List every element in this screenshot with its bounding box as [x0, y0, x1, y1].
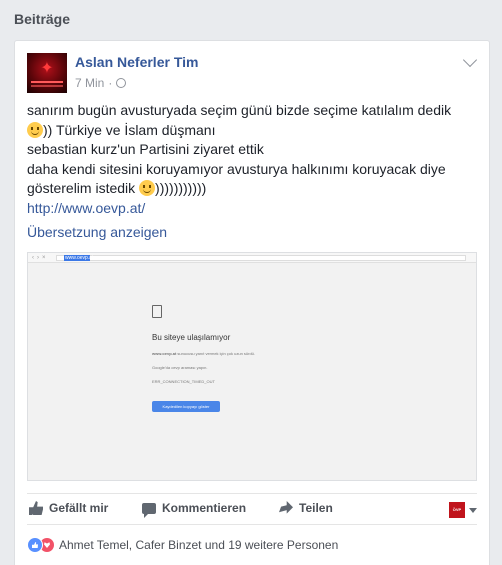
error-title: Bu siteye ulaşılamıyor — [152, 333, 231, 342]
post-action-bar: Gefällt mir Kommentieren Teilen ÖVP — [27, 493, 477, 525]
caret-down-icon — [469, 507, 477, 513]
attached-screenshot[interactable]: ‹ › × www.oevp.at Bu siteye ulaşılamıyor… — [27, 252, 477, 481]
comment-icon — [142, 502, 156, 518]
chevron-down-icon[interactable] — [462, 52, 478, 68]
post-text-line: daha kendi sitesini koruyamıyor avustury… — [27, 160, 446, 177]
post-meta: 7 Min · — [75, 76, 127, 90]
reactions-summary[interactable]: Ahmet Temel, Cafer Binzet und 19 weitere… — [27, 537, 338, 553]
like-button[interactable]: Gefällt mir — [29, 501, 108, 515]
address-bar-url: www.oevp.at — [64, 255, 94, 261]
comment-button[interactable]: Kommentieren — [142, 501, 247, 518]
thumbs-up-icon — [29, 501, 43, 515]
comment-label: Kommentieren — [162, 501, 247, 515]
act-as-page-picker[interactable]: ÖVP — [449, 502, 477, 518]
post-text-line: sebastian kurz'un Partisini ziyaret etti… — [27, 141, 264, 157]
error-suggestion: Google'da oevp araması yapın. — [152, 365, 208, 370]
post-card: ✦ Aslan Neferler Tim 7 Min · sanırım bug… — [14, 40, 490, 565]
post-text-fragment: )) Türkiye ve İslam düşmanı — [43, 121, 216, 138]
reactions-text[interactable]: Ahmet Temel, Cafer Binzet und 19 weitere… — [59, 538, 338, 552]
share-icon — [279, 501, 293, 514]
post-text-line: )) Türkiye ve İslam düşmanı — [27, 121, 477, 141]
show-cached-button: Kaydedilen kopyayı göster — [152, 401, 220, 412]
smile-emoji-icon — [139, 180, 156, 196]
page-avatar[interactable]: ✦ — [27, 53, 67, 93]
share-button[interactable]: Teilen — [279, 501, 333, 515]
wolf-logo-icon: ✦ — [40, 60, 54, 77]
close-icon: × — [42, 254, 46, 261]
post-timestamp[interactable]: 7 Min — [75, 76, 104, 90]
section-title: Beiträge — [14, 11, 71, 27]
forward-icon: › — [37, 254, 39, 261]
like-label: Gefällt mir — [49, 501, 109, 515]
post-text-line: gösterelim istedik ))))))))))) — [27, 179, 477, 199]
post-link[interactable]: http://www.oevp.at/ — [27, 199, 477, 219]
sad-page-icon — [152, 305, 162, 318]
avatar-stripe — [31, 81, 63, 83]
post-author-link[interactable]: Aslan Neferler Tim — [75, 54, 198, 70]
smile-emoji-icon — [27, 121, 43, 138]
error-description: www.oevp.at sunucusu yanıt vermek için ç… — [152, 351, 255, 356]
error-desc-text: sunucusu yanıt vermek için çok uzun sürd… — [176, 351, 256, 356]
meta-separator: · — [108, 76, 113, 90]
translate-link[interactable]: Übersetzung anzeigen — [27, 224, 167, 240]
error-host: www.oevp.at — [152, 351, 177, 356]
avatar-stripe — [31, 85, 63, 87]
post-text-fragment: gösterelim istedik — [27, 180, 136, 196]
post-text-fragment: ))))))))))) — [155, 180, 207, 196]
error-code: ERR_CONNECTION_TIMED_OUT — [152, 379, 215, 384]
globe-icon[interactable] — [116, 78, 127, 88]
address-bar — [56, 255, 466, 261]
page-thumbnail: ÖVP — [449, 502, 465, 518]
like-reaction-icon — [27, 537, 43, 553]
post-text-line: sanırım bugün avusturyada seçim günü biz… — [27, 102, 452, 118]
back-icon: ‹ — [32, 254, 34, 261]
post-text: sanırım bugün avusturyada seçim günü biz… — [27, 101, 477, 218]
share-label: Teilen — [299, 501, 333, 515]
